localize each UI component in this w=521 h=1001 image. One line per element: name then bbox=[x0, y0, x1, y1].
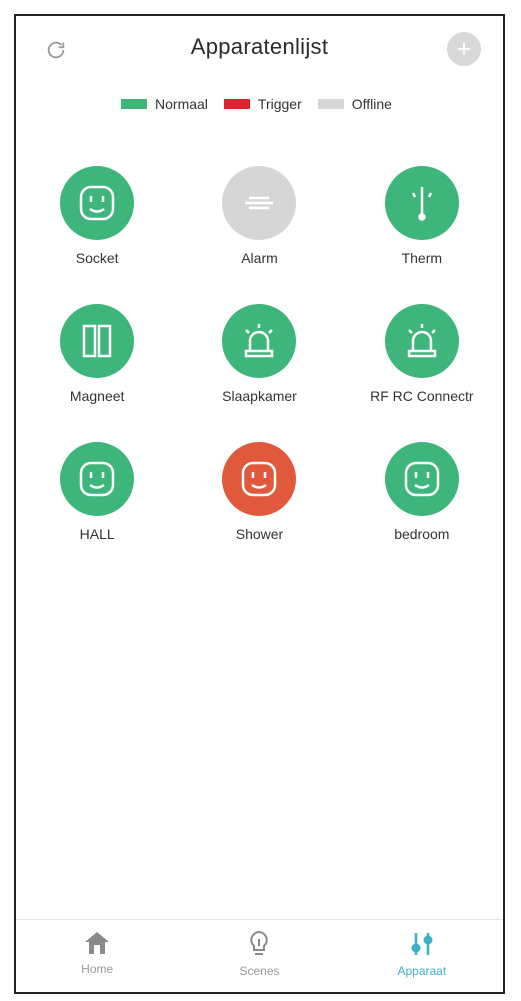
tab-home[interactable]: Home bbox=[16, 920, 178, 992]
device-circle bbox=[222, 442, 297, 516]
header: Apparatenlijst bbox=[16, 16, 503, 86]
device-tile[interactable]: Socket bbox=[16, 166, 178, 270]
home-icon bbox=[85, 932, 110, 954]
device-tile[interactable]: Magneet bbox=[16, 304, 178, 408]
device-circle bbox=[384, 166, 459, 240]
device-circle bbox=[222, 166, 297, 240]
legend-trigger: Trigger bbox=[223, 96, 302, 112]
device-label: RF RC Connectr bbox=[370, 388, 474, 404]
door-magnet-icon bbox=[75, 319, 119, 363]
bottom-tab-bar: Home Scenes Apparaat bbox=[16, 919, 503, 992]
legend-label: Offline bbox=[351, 96, 392, 112]
alarm-icon bbox=[237, 181, 281, 225]
device-label: Shower bbox=[235, 526, 284, 542]
device-tile[interactable]: HALL bbox=[16, 442, 178, 546]
add-icon bbox=[458, 43, 470, 55]
device-circle bbox=[222, 304, 297, 378]
legend-label: Normaal bbox=[155, 96, 208, 112]
legend-swatch bbox=[317, 99, 344, 109]
tab-scenes[interactable]: Scenes bbox=[178, 920, 340, 992]
device-label: Therm bbox=[401, 250, 443, 266]
device-circle bbox=[60, 166, 135, 240]
legend-offline: Offline bbox=[317, 96, 392, 112]
socket-icon bbox=[400, 457, 444, 501]
tab-devices[interactable]: Apparaat bbox=[341, 920, 503, 992]
siren-icon bbox=[400, 319, 444, 363]
device-tile[interactable]: Therm bbox=[341, 166, 503, 270]
device-tile[interactable]: Shower bbox=[178, 442, 340, 546]
device-label: Socket bbox=[75, 250, 119, 266]
legend-swatch bbox=[223, 99, 250, 109]
status-legend: Normaal Trigger Offline bbox=[16, 96, 503, 112]
device-label: Slaapkamer bbox=[222, 388, 297, 404]
device-circle bbox=[60, 304, 135, 378]
bulb-icon bbox=[250, 930, 269, 955]
siren-icon bbox=[237, 319, 281, 363]
tab-label: Scenes bbox=[239, 964, 280, 978]
device-circle bbox=[384, 442, 459, 516]
device-label: Magneet bbox=[69, 388, 125, 404]
thermometer-icon bbox=[400, 181, 444, 225]
socket-icon bbox=[237, 457, 281, 501]
app-frame: Apparatenlijst Normaal Trigger Offline S… bbox=[14, 14, 505, 994]
device-tile[interactable]: Alarm bbox=[178, 166, 340, 270]
tab-label: Apparaat bbox=[397, 964, 447, 978]
device-grid: Socket Alarm Therm Magneet Slaapkamer RF… bbox=[16, 166, 503, 546]
device-tile[interactable]: RF RC Connectr bbox=[341, 304, 503, 408]
device-label: HALL bbox=[79, 526, 115, 542]
device-label: bedroom bbox=[394, 526, 450, 542]
socket-icon bbox=[75, 457, 119, 501]
device-label: Alarm bbox=[241, 250, 278, 266]
device-tile[interactable]: bedroom bbox=[341, 442, 503, 546]
tab-label: Home bbox=[81, 962, 114, 976]
device-tile[interactable]: Slaapkamer bbox=[178, 304, 340, 408]
devices-icon bbox=[411, 933, 433, 955]
device-circle bbox=[60, 442, 135, 516]
legend-label: Trigger bbox=[257, 96, 302, 112]
page-title: Apparatenlijst bbox=[190, 34, 329, 59]
add-device-button[interactable] bbox=[447, 32, 481, 66]
socket-icon bbox=[75, 181, 119, 225]
device-circle bbox=[384, 304, 459, 378]
legend-normal: Normaal bbox=[121, 96, 208, 112]
legend-swatch bbox=[121, 99, 148, 109]
